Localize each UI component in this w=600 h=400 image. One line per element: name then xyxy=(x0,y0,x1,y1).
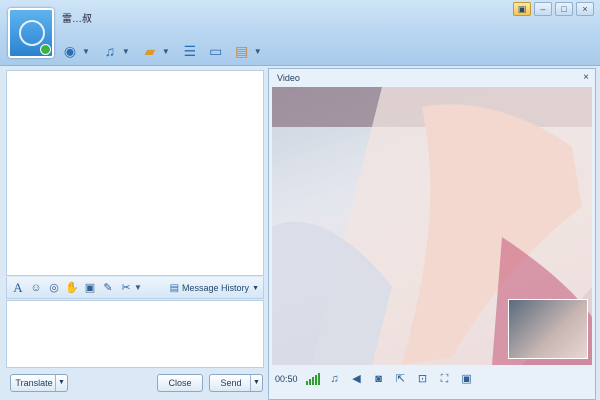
video-header: Video xyxy=(269,69,595,87)
chevron-down-icon[interactable]: ▼ xyxy=(162,47,170,56)
chevron-down-icon[interactable]: ▼ xyxy=(134,283,142,292)
call-timer: 00:50 xyxy=(275,374,298,384)
font-icon[interactable]: A xyxy=(11,280,25,295)
contact-name: 雷…叔 xyxy=(62,14,92,25)
close-label: Close xyxy=(168,378,192,388)
close-window-button[interactable]: × xyxy=(576,2,594,16)
video-panel: Video × 00:50 ♫ ◀ ◙ ⇱ ⊡ ⛶ ▣ xyxy=(268,68,596,400)
message-input[interactable] xyxy=(6,300,264,368)
app-icon[interactable]: ▤ xyxy=(232,41,252,61)
circle-icon[interactable]: ◎ xyxy=(47,281,61,295)
video-controls: 00:50 ♫ ◀ ◙ ⇱ ⊡ ⛶ ▣ xyxy=(269,367,595,391)
avatar-face xyxy=(19,20,45,46)
microphone-icon[interactable]: ♫ xyxy=(328,372,342,386)
avatar[interactable] xyxy=(8,8,54,58)
folder-icon[interactable]: ▰ xyxy=(140,41,160,61)
chevron-down-icon[interactable]: ▼ xyxy=(82,47,90,56)
window-controls: ▣ – □ × xyxy=(513,2,594,16)
emoticon-icon[interactable]: ☺ xyxy=(29,281,43,295)
format-toolbar: A ☺ ◎ ✋ ▣ ✎ ✂ ▼ ▤ Message History ▼ xyxy=(6,277,264,299)
history-icon: ▤ xyxy=(169,282,180,294)
microphone-icon[interactable]: ♫ xyxy=(100,41,120,61)
message-history-button[interactable]: ▤ Message History ▼ xyxy=(170,280,259,296)
close-video-icon[interactable]: × xyxy=(583,72,589,84)
maximize-button[interactable]: □ xyxy=(555,2,573,16)
send-label: Send xyxy=(220,378,242,388)
chevron-down-icon[interactable]: ▼ xyxy=(122,47,130,56)
remote-video-feed xyxy=(272,87,592,365)
chevron-down-icon: ▼ xyxy=(252,284,259,292)
video-title: Video xyxy=(277,73,300,83)
chevron-down-icon[interactable]: ▼ xyxy=(250,375,262,391)
popout-icon[interactable]: ⇱ xyxy=(394,372,408,386)
chat-history-pane[interactable] xyxy=(6,70,264,276)
share-icon[interactable]: ☰ xyxy=(180,41,200,61)
window-icon[interactable]: ▣ xyxy=(460,372,474,386)
minimize-button[interactable]: – xyxy=(534,2,552,16)
hand-icon[interactable]: ✋ xyxy=(65,281,79,295)
scissors-icon[interactable]: ✂ xyxy=(119,281,133,295)
fullscreen-icon[interactable]: ⛶ xyxy=(438,372,452,386)
edit-icon[interactable]: ✎ xyxy=(101,281,115,295)
online-status-icon xyxy=(40,44,51,55)
image-icon[interactable]: ▣ xyxy=(83,281,97,295)
screen-icon[interactable]: ▭ xyxy=(206,41,226,61)
send-button[interactable]: Send ▼ xyxy=(209,374,263,392)
bottom-bar: Translate ▼ Close Send ▼ xyxy=(0,370,270,400)
speaker-icon[interactable]: ◀ xyxy=(350,372,364,386)
fit-icon[interactable]: ⊡ xyxy=(416,372,430,386)
window-header: 雷…叔 ▣ – □ × ◉ ▼ ♫ ▼ ▰ ▼ ☰ ▭ ▤ ▼ xyxy=(0,0,600,66)
close-button[interactable]: Close xyxy=(157,374,203,392)
signal-icon xyxy=(305,373,320,385)
camera-icon[interactable]: ◉ xyxy=(60,41,80,61)
toolbar: ◉ ▼ ♫ ▼ ▰ ▼ ☰ ▭ ▤ ▼ xyxy=(60,40,266,62)
self-preview-video[interactable] xyxy=(508,299,588,359)
snapshot-icon[interactable]: ◙ xyxy=(372,372,386,386)
chevron-down-icon[interactable]: ▼ xyxy=(55,375,67,391)
message-history-label: Message History xyxy=(182,283,250,293)
chevron-down-icon[interactable]: ▼ xyxy=(254,47,262,56)
skin-icon[interactable]: ▣ xyxy=(513,2,531,16)
translate-label: Translate xyxy=(15,378,53,388)
translate-button[interactable]: Translate ▼ xyxy=(10,374,68,392)
